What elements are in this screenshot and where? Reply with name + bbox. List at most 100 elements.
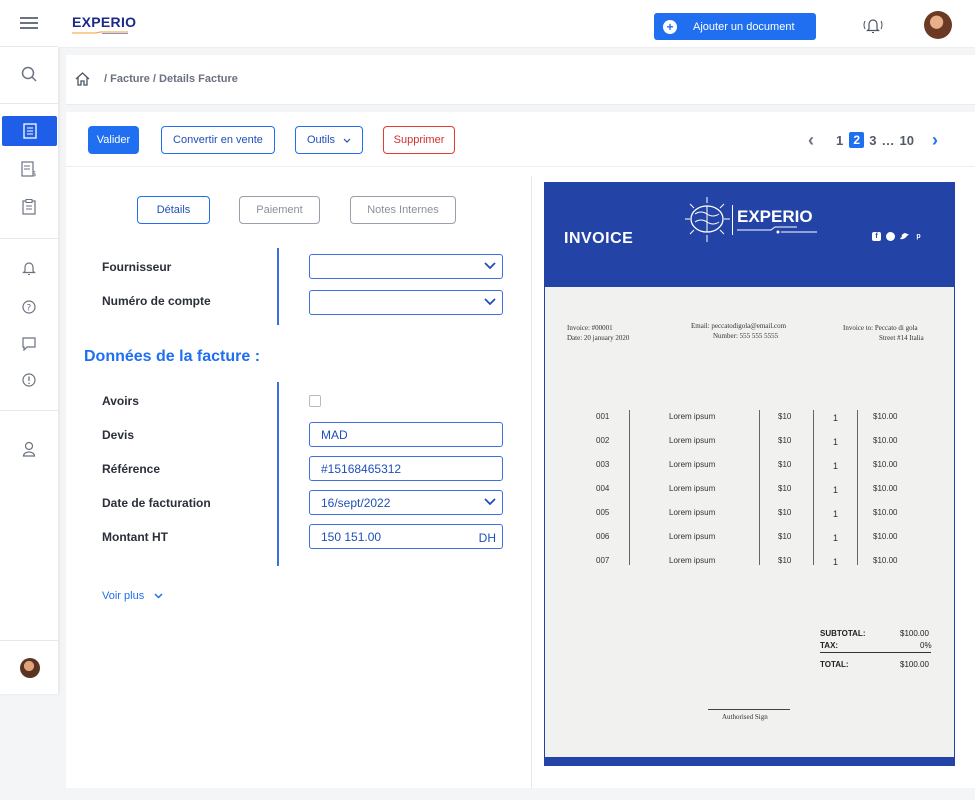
brand-circuit-line: [737, 226, 817, 234]
chat-icon[interactable]: [0, 329, 58, 359]
reference-field[interactable]: #15168465312: [309, 456, 503, 481]
prev-page-button[interactable]: ‹: [808, 130, 814, 151]
invoice-date: Date: 20 january 2020: [567, 334, 630, 342]
invoice-data-title: Données de la facture :: [84, 348, 261, 365]
invoice-email: Email: peccatodigola@email.com: [691, 322, 787, 330]
search-icon[interactable]: [0, 59, 58, 89]
notification-bell-icon[interactable]: [862, 16, 884, 34]
invoice-date-label: Date de facturation: [102, 496, 211, 510]
next-page-button[interactable]: ›: [932, 130, 938, 151]
clipboard-icon[interactable]: [0, 192, 58, 222]
signature-label: Authorised Sign: [722, 713, 768, 721]
invoice-date-select[interactable]: 16/sept/2022: [309, 490, 503, 515]
receipt-icon[interactable]: $: [0, 154, 58, 184]
line-quantity: 1: [833, 509, 839, 519]
help-icon[interactable]: ?: [0, 292, 58, 322]
supplier-label: Fournisseur: [102, 260, 172, 274]
page-1[interactable]: 1: [836, 133, 843, 148]
show-more-link[interactable]: Voir plus: [102, 590, 163, 602]
topbar: EXPERIO + Ajouter un document: [58, 0, 975, 48]
invoice-line-row: 005 Lorem ipsum $10 1 $10.00: [545, 508, 954, 520]
reference-label: Référence: [102, 462, 161, 476]
delete-button[interactable]: Supprimer: [383, 126, 455, 154]
invoice-preview: INVOICE EXPERIO f p Invoice: #00001 Date…: [544, 182, 955, 766]
credits-label: Avoirs: [102, 394, 139, 408]
invoice-title: INVOICE: [564, 230, 634, 247]
convert-to-sale-button[interactable]: Convertir en vente: [161, 126, 275, 154]
line-quantity: 1: [833, 461, 839, 471]
tax-value: 0%: [920, 641, 932, 650]
quote-value: MAD: [321, 427, 348, 442]
subtotal-value: $100.00: [900, 629, 929, 638]
invoice-icon[interactable]: [2, 116, 57, 146]
invoice-phone: Number: 555 555 5555: [713, 332, 779, 340]
field-group-rule: [277, 382, 279, 566]
line-total: $10.00: [873, 460, 898, 469]
user-icon[interactable]: [0, 434, 58, 464]
supplier-select[interactable]: [309, 254, 503, 279]
tab-internal-notes[interactable]: Notes Internes: [350, 196, 456, 224]
line-id: 003: [596, 460, 610, 469]
credits-checkbox[interactable]: [309, 395, 321, 407]
page-3[interactable]: 3: [869, 133, 876, 148]
line-total: $10.00: [873, 508, 898, 517]
line-quantity: 1: [833, 437, 839, 447]
tools-dropdown[interactable]: Outils: [295, 126, 363, 154]
breadcrumb[interactable]: / Facture / Details Facture: [104, 73, 238, 85]
line-quantity: 1: [833, 485, 839, 495]
line-total: $10.00: [873, 556, 898, 565]
user-avatar[interactable]: [924, 11, 952, 39]
line-total: $10.00: [873, 436, 898, 445]
account-number-select[interactable]: [309, 290, 503, 315]
svg-text:$: $: [32, 170, 36, 177]
page-2[interactable]: 2: [849, 132, 865, 148]
amount-value: 150 151.00: [321, 529, 382, 544]
total-label: TOTAL:: [820, 660, 849, 669]
invoice-number: Invoice: #00001: [567, 324, 613, 332]
sidebar-divider: [0, 410, 58, 411]
line-description: Lorem ipsum: [669, 556, 716, 565]
menu-icon[interactable]: [0, 8, 58, 38]
social-icons: f p: [872, 232, 923, 241]
home-icon[interactable]: [75, 72, 90, 86]
currency-suffix: DH: [478, 531, 496, 545]
total-rule: [820, 652, 931, 653]
bell-icon[interactable]: [0, 253, 58, 283]
sidebar-avatar[interactable]: [20, 658, 40, 678]
page-ellipsis: …: [881, 132, 895, 148]
tab-details[interactable]: Détails: [137, 196, 210, 224]
line-total: $10.00: [873, 412, 898, 421]
amount-label: Montant HT: [102, 530, 168, 544]
page-10[interactable]: 10: [899, 133, 913, 148]
add-document-button[interactable]: + Ajouter un document: [654, 13, 816, 40]
facebook-icon: f: [872, 232, 881, 241]
quote-field[interactable]: MAD: [309, 422, 503, 447]
line-description: Lorem ipsum: [669, 412, 716, 421]
tab-payment[interactable]: Paiement: [239, 196, 320, 224]
invoice-line-row: 004 Lorem ipsum $10 1 $10.00: [545, 484, 954, 496]
line-total: $10.00: [873, 532, 898, 541]
line-price: $10: [778, 532, 792, 541]
invoice-line-row: 002 Lorem ipsum $10 1 $10.00: [545, 436, 954, 448]
add-document-label: Ajouter un document: [693, 20, 795, 33]
invoice-header: INVOICE EXPERIO f p: [545, 183, 954, 287]
validate-button[interactable]: Valider: [88, 126, 139, 154]
line-total: $10.00: [873, 484, 898, 493]
quote-label: Devis: [102, 428, 135, 442]
twitter-icon: [900, 232, 909, 241]
line-id: 001: [596, 412, 610, 421]
show-more-label: Voir plus: [102, 590, 145, 602]
amount-field[interactable]: 150 151.00 DH: [309, 524, 503, 549]
line-description: Lorem ipsum: [669, 436, 716, 445]
invoice-line-row: 003 Lorem ipsum $10 1 $10.00: [545, 460, 954, 472]
line-price: $10: [778, 460, 792, 469]
invoice-brand: EXPERIO: [737, 207, 813, 226]
line-id: 004: [596, 484, 610, 493]
field-group-rule: [277, 248, 279, 325]
alert-icon[interactable]: [0, 365, 58, 395]
line-price: $10: [778, 484, 792, 493]
line-id: 005: [596, 508, 610, 517]
chevron-down-icon: [484, 262, 496, 270]
logo-separator: [732, 205, 733, 235]
invoice-to: Invoice to: Peccato di gola: [843, 324, 918, 332]
